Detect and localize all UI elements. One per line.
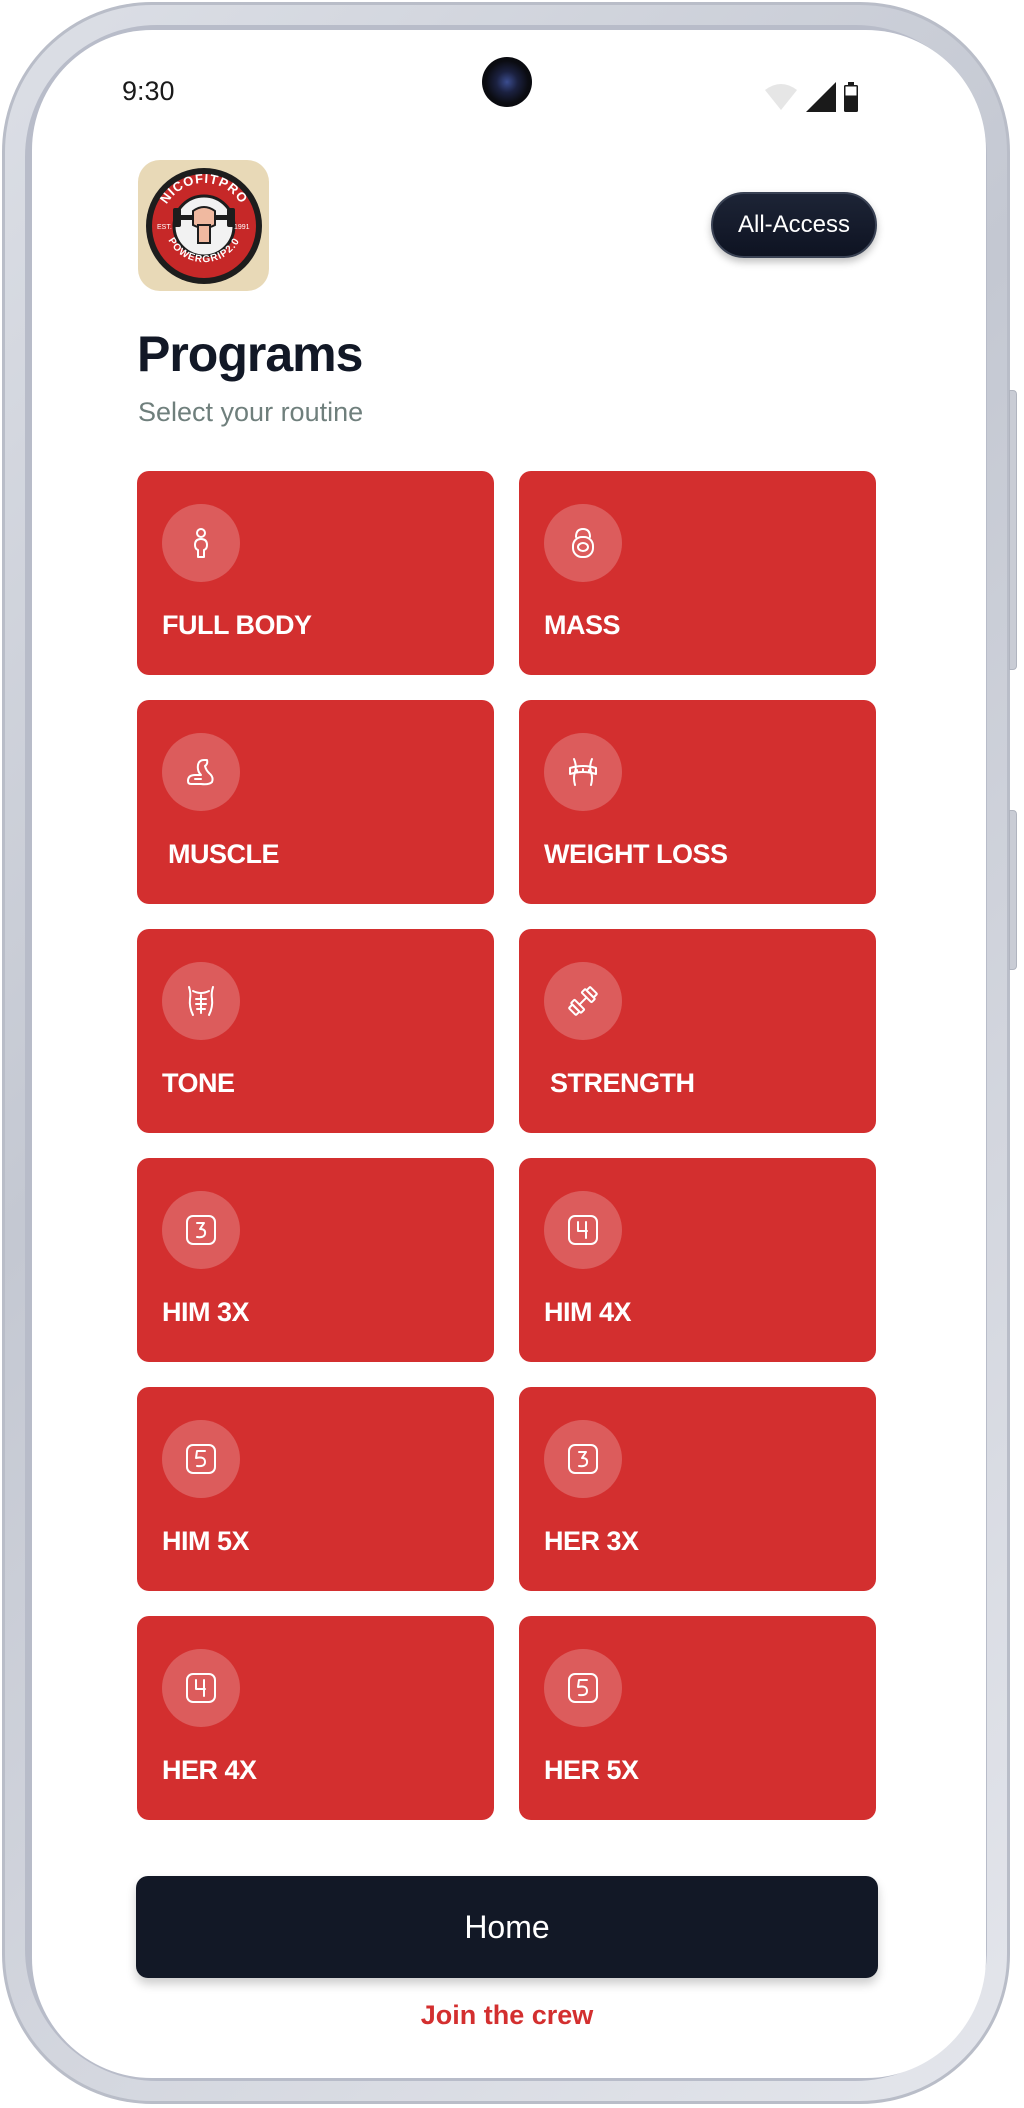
program-card-label: MUSCLE <box>168 839 280 869</box>
program-card-label: HIM 4X <box>544 1297 632 1327</box>
program-card-strength[interactable]: STRENGTH <box>519 929 876 1133</box>
power-side-button <box>1009 390 1017 670</box>
program-card-label: HER 4X <box>162 1755 257 1785</box>
program-card-her-3x[interactable]: HER 3X <box>519 1387 876 1591</box>
dumbbell-icon <box>544 962 622 1040</box>
number-4-icon <box>162 1649 240 1727</box>
waist-measure-icon <box>544 733 622 811</box>
wifi-icon <box>765 84 797 110</box>
program-card-label: WEIGHT LOSS <box>544 839 728 869</box>
flexed-bicep-icon <box>162 733 240 811</box>
program-card-label: HIM 5X <box>162 1526 250 1556</box>
nicofitpro-logo-badge: NICOFITPRO POWERGRIP2.0 EST. 1991 <box>145 167 262 284</box>
number-4-icon <box>544 1191 622 1269</box>
program-card-label: HER 5X <box>544 1755 639 1785</box>
all-access-button[interactable]: All-Access <box>711 192 877 258</box>
battery-icon <box>844 82 858 112</box>
status-time: 9:30 <box>122 76 175 106</box>
program-card-label: MASS <box>544 610 621 640</box>
abs-torso-icon <box>162 962 240 1040</box>
person-icon <box>162 504 240 582</box>
status-icons <box>764 78 858 112</box>
program-card-him-4x[interactable]: HIM 4X <box>519 1158 876 1362</box>
volume-side-button <box>1009 810 1017 970</box>
program-card-him-5x[interactable]: HIM 5X <box>137 1387 494 1591</box>
page-subtitle: Select your routine <box>138 397 364 427</box>
join-the-crew-link[interactable]: Join the crew <box>0 2000 1014 2031</box>
program-card-tone[interactable]: TONE <box>137 929 494 1133</box>
program-card-him-3x[interactable]: HIM 3X <box>137 1158 494 1362</box>
program-card-label: STRENGTH <box>550 1068 695 1098</box>
front-camera <box>482 57 532 107</box>
app-logo: NICOFITPRO POWERGRIP2.0 EST. 1991 <box>138 160 269 291</box>
program-card-weight-loss[interactable]: WEIGHT LOSS <box>519 700 876 904</box>
page-title: Programs <box>137 326 363 382</box>
logo-year: 1991 <box>234 224 250 231</box>
cell-signal-icon <box>806 82 836 112</box>
home-button[interactable]: Home <box>136 1876 878 1978</box>
program-card-mass[interactable]: MASS <box>519 471 876 675</box>
program-card-her-4x[interactable]: HER 4X <box>137 1616 494 1820</box>
number-3-icon <box>544 1420 622 1498</box>
program-card-label: HIM 3X <box>162 1297 250 1327</box>
program-card-muscle[interactable]: MUSCLE <box>137 700 494 904</box>
number-5-icon <box>544 1649 622 1727</box>
logo-est: EST. <box>157 224 172 231</box>
program-card-label: TONE <box>162 1068 235 1098</box>
number-3-icon <box>162 1191 240 1269</box>
program-grid: FULL BODY MASS MUSCLE WEIGHT LOSS TONE S… <box>137 471 877 1820</box>
program-card-label: HER 3X <box>544 1526 639 1556</box>
program-card-her-5x[interactable]: HER 5X <box>519 1616 876 1820</box>
program-card-label: FULL BODY <box>162 610 312 640</box>
number-5-icon <box>162 1420 240 1498</box>
program-card-full-body[interactable]: FULL BODY <box>137 471 494 675</box>
kettlebell-icon <box>544 504 622 582</box>
